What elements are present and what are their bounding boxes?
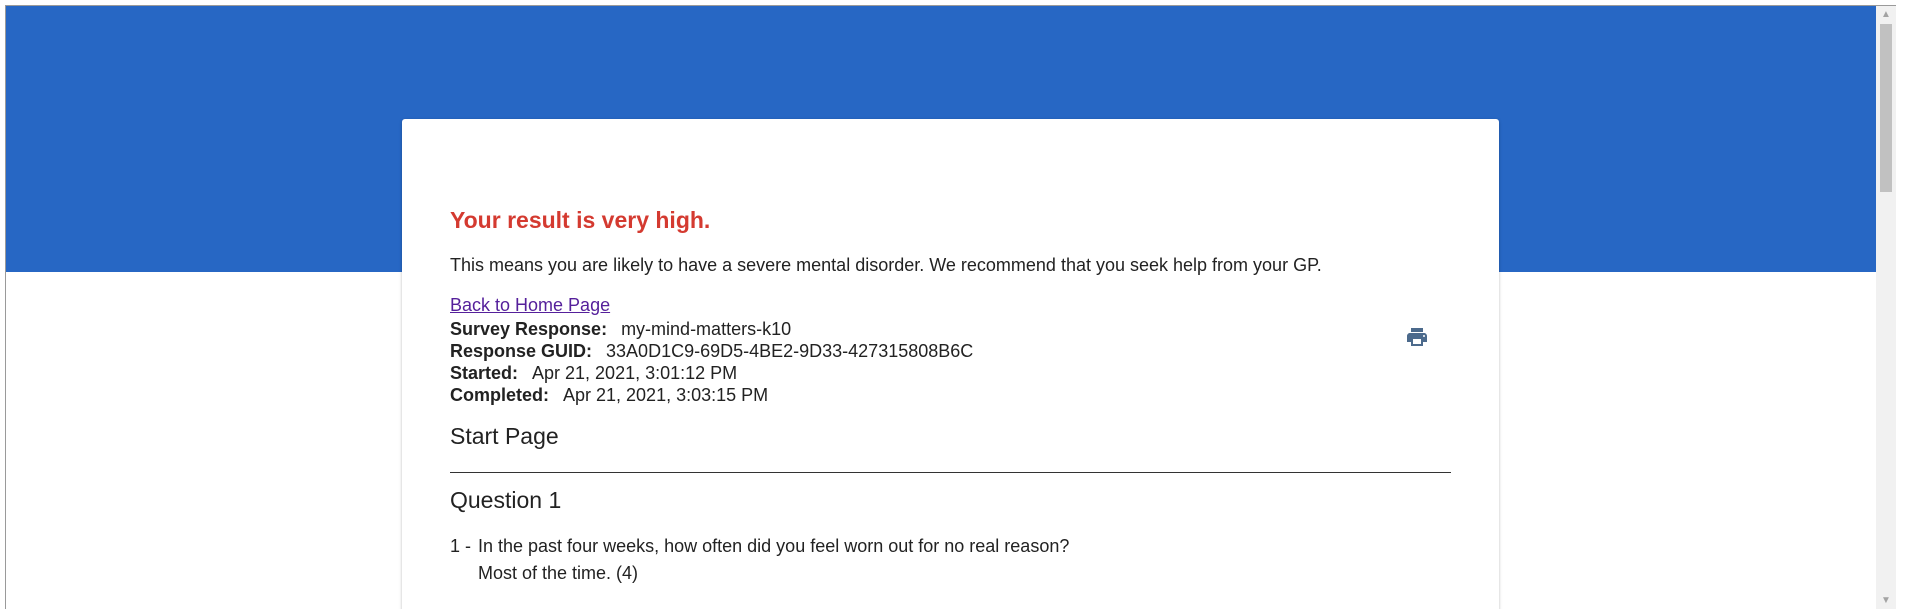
survey-response-value: my-mind-matters-k10 bbox=[621, 319, 792, 339]
completed-value: Apr 21, 2021, 3:03:15 PM bbox=[563, 385, 769, 405]
result-description: This means you are likely to have a seve… bbox=[450, 255, 1322, 275]
results-card: Your result is very high. This means you… bbox=[402, 119, 1499, 609]
survey-response-row: Survey Response: my-mind-matters-k10 bbox=[450, 318, 973, 340]
vertical-scrollbar[interactable]: ▲ ▼ bbox=[1876, 6, 1896, 609]
response-guid-row: Response GUID: 33A0D1C9-69D5-4BE2-9D33-42… bbox=[450, 340, 973, 362]
question-number: 1 - bbox=[450, 536, 472, 556]
print-icon[interactable] bbox=[1405, 325, 1429, 349]
completed-label: Completed: bbox=[450, 385, 549, 405]
question-title: Question 1 bbox=[450, 487, 562, 513]
scroll-down-arrow-icon[interactable]: ▼ bbox=[1876, 592, 1896, 609]
section-title: Start Page bbox=[450, 423, 559, 449]
scrollbar-thumb[interactable] bbox=[1880, 24, 1892, 192]
section-divider bbox=[450, 472, 1451, 473]
scroll-up-arrow-icon[interactable]: ▲ bbox=[1876, 6, 1896, 23]
started-label: Started: bbox=[450, 363, 519, 383]
started-row: Started: Apr 21, 2021, 3:01:12 PM bbox=[450, 362, 973, 384]
question-text: In the past four weeks, how often did yo… bbox=[478, 536, 1070, 556]
survey-response-label: Survey Response: bbox=[450, 319, 608, 339]
response-meta: Survey Response: my-mind-matters-k10 Resp… bbox=[450, 318, 973, 406]
completed-row: Completed: Apr 21, 2021, 3:03:15 PM bbox=[450, 384, 973, 406]
browser-viewport: Your result is very high. This means you… bbox=[5, 5, 1896, 609]
response-guid-label: Response GUID: bbox=[450, 341, 593, 361]
response-guid-value: 33A0D1C9-69D5-4BE2-9D33-427315808B6C bbox=[606, 341, 974, 361]
question-item: 1 - In the past four weeks, how often did… bbox=[450, 533, 1069, 587]
question-answer: Most of the time. (4) bbox=[478, 563, 639, 583]
result-title: Your result is very high. bbox=[450, 207, 711, 233]
started-value: Apr 21, 2021, 3:01:12 PM bbox=[532, 363, 738, 383]
back-to-home-link[interactable]: Back to Home Page bbox=[450, 295, 610, 316]
